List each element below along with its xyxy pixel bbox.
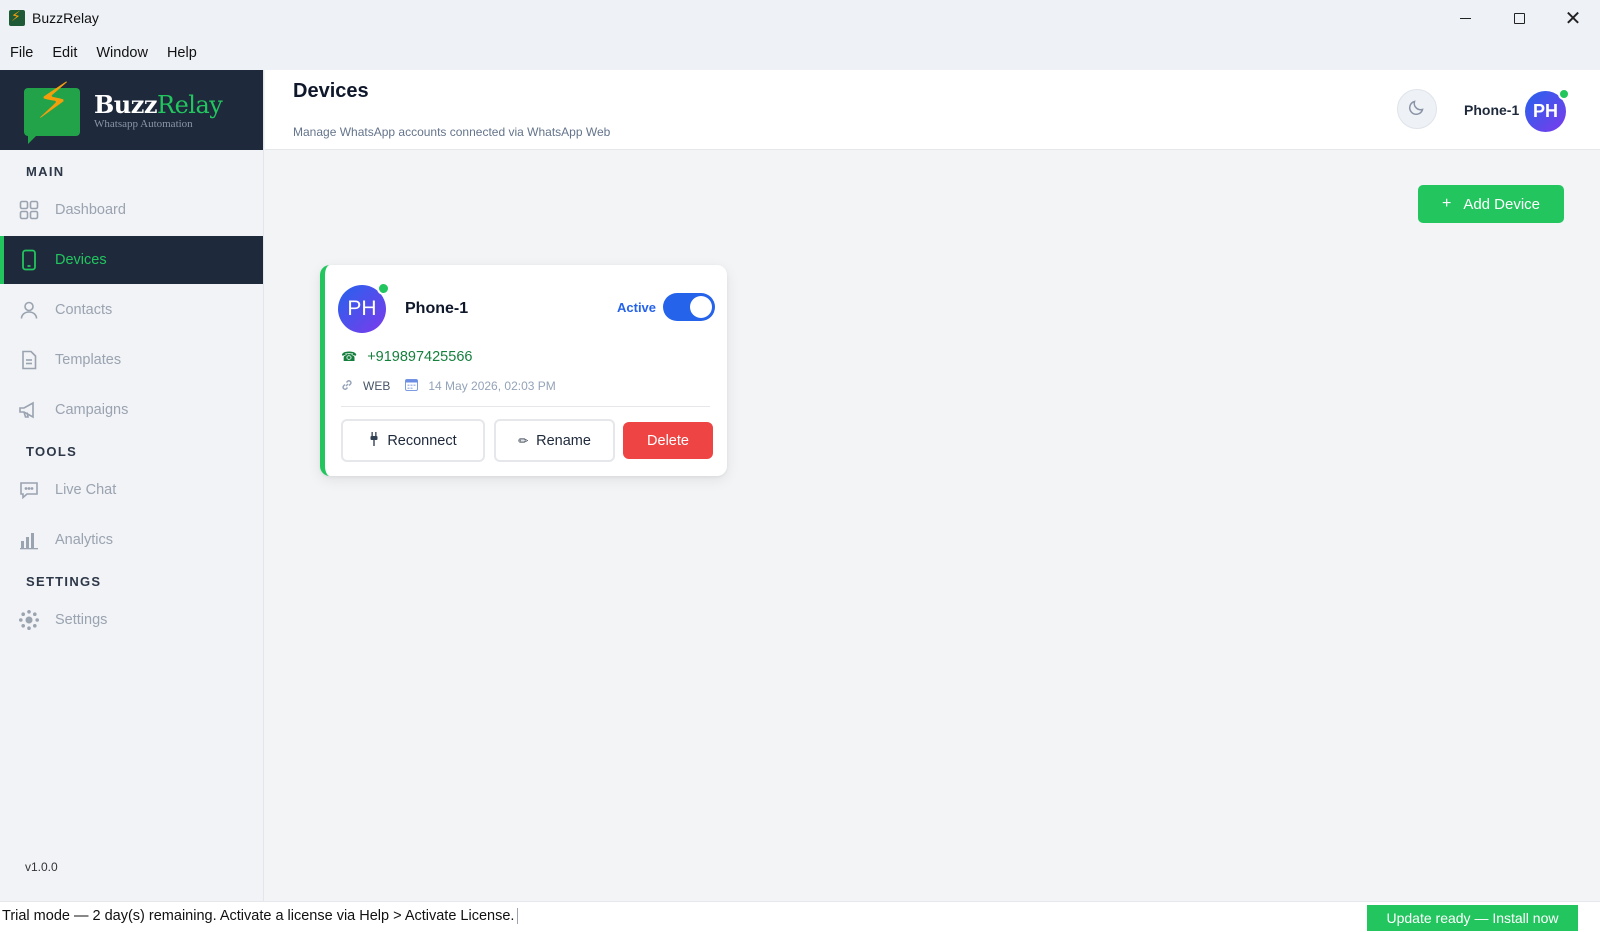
pencil-icon: ✏	[518, 433, 529, 448]
device-connection-type: WEB	[363, 379, 391, 393]
sidebar-item-label: Contacts	[55, 302, 113, 318]
sidebar-item-label: Templates	[55, 352, 122, 368]
sidebar-item-label: Devices	[55, 252, 107, 268]
sidebar-item-label: Campaigns	[55, 402, 129, 418]
maximize-button[interactable]	[1492, 0, 1546, 36]
section-label-settings: SETTINGS	[26, 573, 102, 589]
maximize-icon	[1513, 12, 1525, 24]
document-icon	[18, 349, 40, 371]
chat-icon	[18, 479, 40, 501]
user-icon	[18, 299, 40, 321]
menu-window[interactable]: Window	[96, 45, 148, 61]
trial-status-text: Trial mode — 2 day(s) remaining. Activat…	[2, 908, 519, 924]
telephone-icon: ☎	[341, 349, 358, 364]
brand-logo-icon: ⚡	[24, 76, 82, 144]
reconnect-label: Reconnect	[387, 432, 457, 449]
bar-chart-icon	[18, 529, 40, 551]
rename-label: Rename	[536, 432, 591, 449]
calendar-icon	[405, 378, 419, 394]
page-header: Devices Manage WhatsApp accounts connect…	[265, 70, 1600, 150]
dashboard-icon	[18, 199, 40, 221]
theme-toggle-button[interactable]	[1397, 89, 1437, 129]
moon-icon	[1408, 98, 1426, 121]
avatar-initials: PH	[1532, 101, 1558, 121]
status-bar: Trial mode — 2 day(s) remaining. Activat…	[0, 901, 1600, 932]
phone-icon	[18, 249, 40, 271]
brand-text: BuzzRelay Whatsapp Automation	[94, 90, 223, 130]
gear-icon	[18, 609, 40, 631]
add-device-label: Add Device	[1463, 195, 1541, 213]
device-avatar-initials: PH	[347, 297, 377, 320]
device-name: Phone-1	[405, 300, 469, 317]
sidebar-item-label: Live Chat	[55, 482, 117, 498]
header-user-name: Phone-1	[1464, 102, 1520, 118]
brand-name: BuzzRelay	[94, 90, 223, 119]
install-update-button[interactable]: Update ready — Install now	[1367, 905, 1578, 931]
sidebar-item-contacts[interactable]: Contacts	[0, 286, 263, 334]
sidebar-item-label: Settings	[55, 612, 108, 628]
window-title: BuzzRelay	[32, 10, 99, 26]
link-icon	[341, 379, 353, 394]
brand-subtitle: Whatsapp Automation	[94, 118, 193, 130]
device-phone-row: ☎ +919897425566	[341, 349, 472, 365]
sidebar-item-settings[interactable]: Settings	[0, 596, 263, 644]
device-phone-number: +919897425566	[367, 349, 473, 365]
sidebar-item-campaigns[interactable]: Campaigns	[0, 386, 263, 434]
add-device-button[interactable]: + Add Device	[1418, 185, 1564, 223]
sidebar-item-analytics[interactable]: Analytics	[0, 516, 263, 564]
app-logo-icon	[9, 10, 25, 26]
minimize-button[interactable]	[1438, 0, 1492, 36]
page-subtitle: Manage WhatsApp accounts connected via W…	[293, 125, 611, 139]
megaphone-icon	[18, 399, 40, 421]
device-card: PH Phone-1 Active ☎ +919897425566 WEB 14…	[320, 265, 727, 476]
device-created-date: 14 May 2026, 02:03 PM	[428, 379, 556, 393]
plus-icon: +	[1441, 195, 1452, 212]
device-meta-row: WEB 14 May 2026, 02:03 PM	[341, 378, 556, 394]
menu-help[interactable]: Help	[167, 45, 197, 61]
section-label-main: MAIN	[26, 163, 65, 179]
sidebar: ⚡ BuzzRelay Whatsapp Automation MAIN Das…	[0, 70, 264, 901]
minimize-icon	[1459, 17, 1471, 19]
avatar[interactable]: PH	[1525, 88, 1570, 132]
menu-file[interactable]: File	[10, 45, 33, 61]
section-label-tools: TOOLS	[26, 443, 78, 459]
menu-bar: File Edit Window Help	[0, 36, 1600, 70]
close-icon: ✕	[1564, 7, 1582, 30]
delete-button[interactable]: Delete	[623, 422, 713, 459]
sidebar-item-dashboard[interactable]: Dashboard	[0, 186, 263, 234]
reconnect-button[interactable]: Reconnect	[341, 419, 485, 462]
online-indicator	[377, 282, 390, 295]
device-avatar: PH	[338, 282, 390, 333]
sidebar-item-devices[interactable]: Devices	[0, 236, 263, 284]
rename-button[interactable]: ✏ Rename	[494, 419, 615, 462]
sidebar-item-live-chat[interactable]: Live Chat	[0, 466, 263, 514]
brand-header: ⚡ BuzzRelay Whatsapp Automation	[0, 70, 263, 150]
card-divider	[341, 406, 710, 407]
online-indicator	[1558, 88, 1570, 100]
title-bar: BuzzRelay ✕	[0, 0, 1600, 36]
app-version: v1.0.0	[25, 860, 58, 874]
sidebar-item-templates[interactable]: Templates	[0, 336, 263, 384]
plug-icon	[369, 432, 379, 449]
menu-edit[interactable]: Edit	[52, 45, 77, 61]
sidebar-item-label: Dashboard	[55, 202, 126, 218]
page-title: Devices	[293, 80, 369, 102]
device-active-toggle[interactable]	[663, 293, 715, 321]
device-status-label: Active	[617, 300, 657, 315]
sidebar-item-label: Analytics	[55, 532, 114, 548]
window-controls: ✕	[1438, 0, 1600, 36]
close-button[interactable]: ✕	[1546, 0, 1600, 36]
